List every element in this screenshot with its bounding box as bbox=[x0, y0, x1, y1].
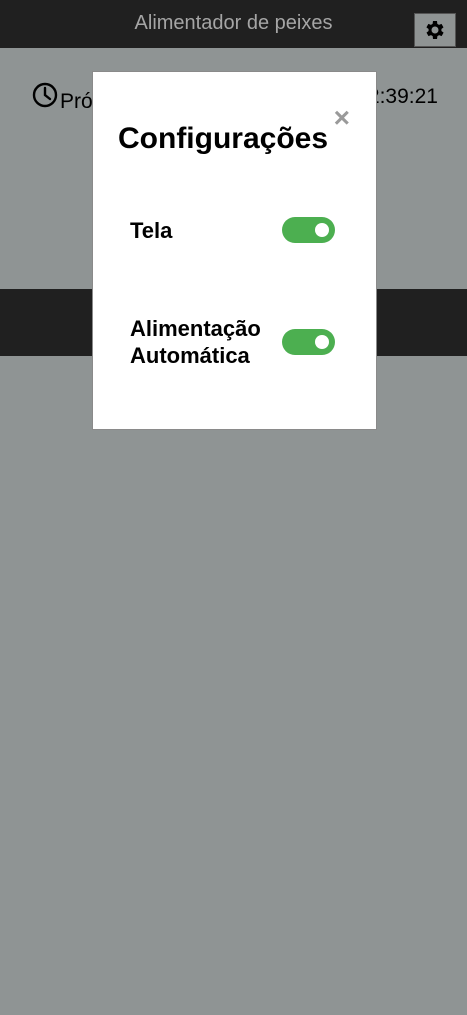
clock-icon bbox=[32, 82, 58, 108]
toggle-knob bbox=[315, 335, 329, 349]
settings-modal: × Configurações Tela Alimentação Automát… bbox=[92, 71, 377, 430]
top-bar: Alimentador de peixes bbox=[0, 0, 467, 48]
next-feeding-row: Pró bbox=[32, 76, 93, 114]
gear-icon bbox=[426, 21, 444, 39]
toggle-knob bbox=[315, 223, 329, 237]
toggle-tela[interactable] bbox=[282, 217, 335, 243]
app-title: Alimentador de peixes bbox=[134, 12, 333, 34]
next-feeding-label: Pró bbox=[60, 90, 93, 113]
setting-label-tela: Tela bbox=[130, 218, 173, 243]
settings-button[interactable] bbox=[414, 13, 456, 47]
setting-label-alimentacao-automatica: Alimentação Automática bbox=[130, 316, 261, 368]
next-feeding-time: 2:39:21 bbox=[367, 85, 438, 108]
toggle-alimentacao-automatica[interactable] bbox=[282, 329, 335, 355]
modal-title: Configurações bbox=[118, 122, 329, 155]
close-button[interactable]: × bbox=[334, 104, 350, 132]
